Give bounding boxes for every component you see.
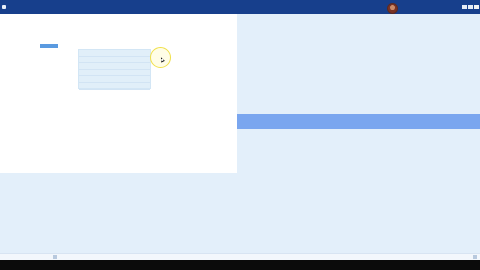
maximize-icon[interactable] bbox=[468, 5, 473, 9]
scroll-left-icon[interactable] bbox=[53, 255, 57, 259]
window-title bbox=[8, 4, 168, 10]
table-row[interactable] bbox=[79, 57, 150, 64]
bottom-bar bbox=[0, 260, 480, 270]
document-table[interactable] bbox=[78, 49, 151, 90]
app-icon bbox=[2, 5, 6, 9]
horizontal-scrollbar[interactable] bbox=[0, 253, 480, 260]
table-row[interactable] bbox=[79, 70, 150, 77]
selection-band bbox=[237, 114, 480, 129]
document-page[interactable] bbox=[0, 14, 237, 173]
minimize-icon[interactable] bbox=[462, 5, 467, 9]
avatar[interactable] bbox=[387, 3, 398, 14]
scroll-right-icon[interactable] bbox=[473, 255, 477, 259]
table-row[interactable] bbox=[79, 76, 150, 83]
table-row[interactable] bbox=[79, 63, 150, 70]
close-icon[interactable] bbox=[474, 5, 479, 9]
window-titlebar bbox=[0, 0, 480, 14]
table-row[interactable] bbox=[79, 50, 150, 57]
table-row[interactable] bbox=[79, 83, 150, 90]
selected-text[interactable] bbox=[40, 44, 58, 48]
